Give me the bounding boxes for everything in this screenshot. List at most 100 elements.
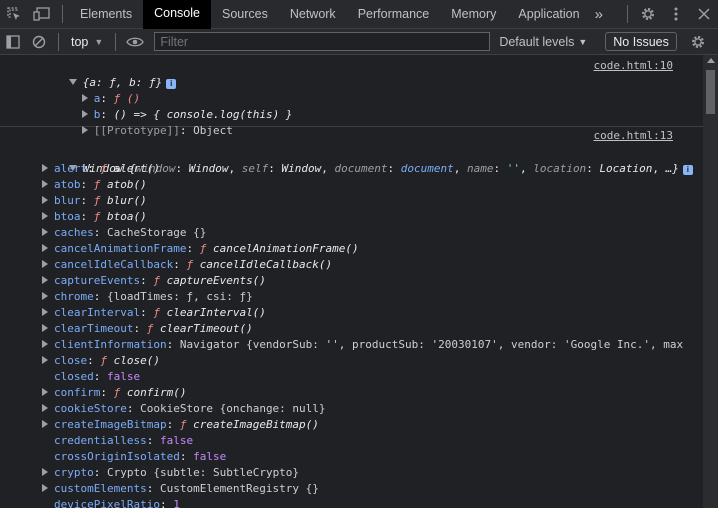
expand-triangle-icon[interactable] xyxy=(42,420,48,428)
expand-triangle-icon[interactable] xyxy=(42,196,48,204)
tab-sources[interactable]: Sources xyxy=(211,0,279,29)
property-row[interactable]: clearInterval: ƒ clearInterval() xyxy=(42,305,266,321)
property-row[interactable]: b: () => { console.log(this) } xyxy=(42,91,292,121)
inspect-element-icon[interactable] xyxy=(0,0,28,29)
log-levels-dropdown[interactable]: Default levels ▼ xyxy=(499,35,587,49)
property-key: clearInterval xyxy=(54,306,141,319)
summary-value: Location xyxy=(599,162,653,175)
function-marker: ƒ xyxy=(186,258,194,271)
expand-triangle-icon[interactable] xyxy=(42,292,48,300)
device-toolbar-icon[interactable] xyxy=(28,0,56,29)
property-row[interactable]: crypto: Crypto {subtle: SubtleCrypto} xyxy=(42,465,299,481)
property-row[interactable]: confirm: ƒ confirm() xyxy=(42,385,186,401)
property-row[interactable]: atob: ƒ atob() xyxy=(42,177,147,193)
tab-network[interactable]: Network xyxy=(279,0,347,29)
expand-triangle-icon[interactable] xyxy=(42,324,48,332)
object-summary-row[interactable]: {a: ƒ, b: ƒ} i xyxy=(29,59,177,89)
property-row[interactable]: clearTimeout: ƒ clearTimeout() xyxy=(42,321,253,337)
property-value: CookieStore {onchange: null} xyxy=(140,402,326,415)
expand-triangle-icon[interactable] xyxy=(42,388,48,396)
property-row[interactable]: chrome: {loadTimes: ƒ, csi: ƒ} xyxy=(42,289,253,305)
property-row[interactable]: [[Prototype]]: Object xyxy=(42,107,233,137)
property-row[interactable]: clientInformation: Navigator {vendorSub:… xyxy=(42,337,683,353)
property-value: alert() xyxy=(113,162,160,175)
expand-triangle-icon[interactable] xyxy=(42,180,48,188)
property-value: createImageBitmap() xyxy=(193,418,319,431)
console-settings-gear-icon[interactable] xyxy=(685,29,711,54)
property-row[interactable]: createImageBitmap: ƒ createImageBitmap() xyxy=(42,417,319,433)
tab-application[interactable]: Application xyxy=(507,0,590,29)
property-row[interactable]: close: ƒ close() xyxy=(42,353,160,369)
scroll-up-arrow-icon[interactable] xyxy=(707,58,715,63)
property-row: devicePixelRatio: 1 xyxy=(54,497,180,508)
property-row[interactable]: blur: ƒ blur() xyxy=(42,193,147,209)
expand-triangle-icon[interactable] xyxy=(42,356,48,364)
property-value: btoa() xyxy=(107,210,147,223)
console-toolbar: top ▼ Default levels ▼ No Issues xyxy=(0,29,718,55)
summary-item: document: document, xyxy=(334,162,467,175)
expand-triangle-icon[interactable] xyxy=(42,244,48,252)
toolbar-separator xyxy=(627,5,628,23)
expand-triangle-icon[interactable] xyxy=(42,340,48,348)
expand-triangle-icon[interactable] xyxy=(42,276,48,284)
property-row[interactable]: customElements: CustomElementRegistry {} xyxy=(42,481,319,497)
more-tabs-button[interactable]: » xyxy=(591,0,607,29)
property-key: crypto xyxy=(54,466,94,479)
tab-memory[interactable]: Memory xyxy=(440,0,507,29)
settings-gear-icon[interactable] xyxy=(634,0,662,29)
property-row[interactable]: btoa: ƒ btoa() xyxy=(42,209,147,225)
source-link[interactable]: code.html:10 xyxy=(594,59,673,72)
expand-triangle-icon[interactable] xyxy=(42,308,48,316)
property-row[interactable]: cookieStore: CookieStore {onchange: null… xyxy=(42,401,326,417)
property-row[interactable]: cancelIdleCallback: ƒ cancelIdleCallback… xyxy=(42,257,332,273)
expand-triangle-icon[interactable] xyxy=(42,404,48,412)
context-selector[interactable]: top ▼ xyxy=(65,35,109,49)
clear-console-icon[interactable] xyxy=(26,29,52,54)
summary-item: location: Location, xyxy=(533,162,660,175)
toolbar-separator xyxy=(115,32,117,51)
tab-performance[interactable]: Performance xyxy=(347,0,441,29)
property-key: blur xyxy=(54,194,81,207)
sidebar-toggle-icon[interactable] xyxy=(0,29,26,54)
live-expression-eye-icon[interactable] xyxy=(122,29,148,54)
expand-triangle-icon[interactable] xyxy=(42,468,48,476)
property-key: captureEvents xyxy=(54,274,141,287)
summary-value: Window xyxy=(281,162,322,175)
function-marker: ƒ xyxy=(100,162,107,175)
filter-input[interactable] xyxy=(154,32,491,51)
source-link[interactable]: code.html:13 xyxy=(594,129,673,142)
toolbar-separator xyxy=(58,32,59,51)
function-marker: ƒ xyxy=(199,242,207,255)
property-key: clientInformation xyxy=(54,338,167,351)
scrollbar-thumb[interactable] xyxy=(706,70,715,114)
object-summary-row[interactable]: Window {window: Window, self: Window, do… xyxy=(29,145,693,175)
caret-down-icon: ▼ xyxy=(578,36,588,47)
property-value: captureEvents() xyxy=(166,274,266,287)
property-row: credentialless: false xyxy=(54,434,194,447)
property-row[interactable]: caches: CacheStorage {} xyxy=(42,225,206,241)
console-scrollbar[interactable] xyxy=(703,55,718,508)
property-row[interactable]: cancelAnimationFrame: ƒ cancelAnimationF… xyxy=(42,241,359,257)
issues-button[interactable]: No Issues xyxy=(605,32,677,51)
tab-console[interactable]: Console xyxy=(143,0,211,29)
property-value: cancelAnimationFrame() xyxy=(212,242,359,255)
property-row[interactable]: captureEvents: ƒ captureEvents() xyxy=(42,273,266,289)
expand-triangle-icon[interactable] xyxy=(42,164,48,172)
function-marker: ƒ xyxy=(100,354,107,367)
tab-elements[interactable]: Elements xyxy=(69,0,143,29)
property-key: cookieStore xyxy=(54,402,127,415)
property-value: false xyxy=(107,370,141,383)
expand-triangle-icon[interactable] xyxy=(42,260,48,268)
property-key: clearTimeout xyxy=(54,322,134,335)
more-options-icon[interactable] xyxy=(662,0,690,29)
property-row[interactable]: a: ƒ () xyxy=(42,75,140,105)
summary-value: Window xyxy=(188,162,229,175)
function-marker: ƒ xyxy=(93,210,101,223)
property-value: close() xyxy=(113,354,160,367)
property-row[interactable]: alert: ƒ alert() xyxy=(42,161,160,177)
summary-key: document xyxy=(334,162,388,175)
expand-triangle-icon[interactable] xyxy=(42,484,48,492)
close-devtools-icon[interactable] xyxy=(690,0,718,29)
expand-triangle-icon[interactable] xyxy=(42,212,48,220)
expand-triangle-icon[interactable] xyxy=(42,228,48,236)
